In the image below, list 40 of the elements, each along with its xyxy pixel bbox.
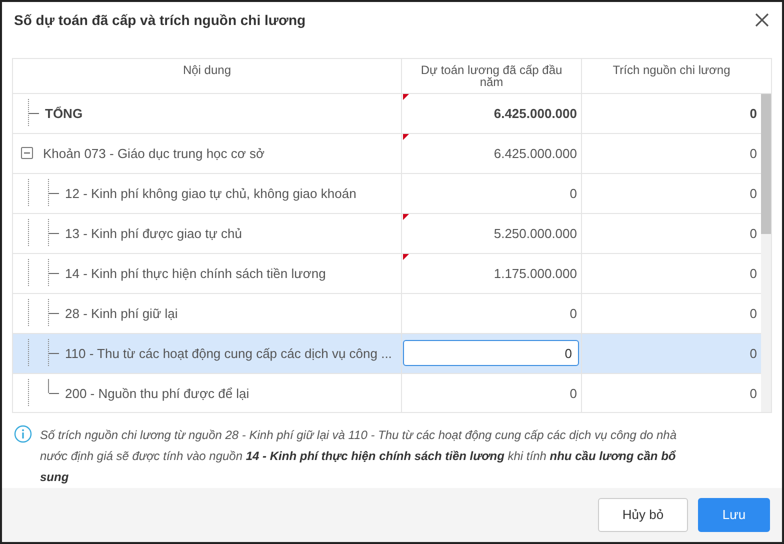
table-cell: TỔNG	[45, 106, 83, 121]
table-row[interactable]: TỔNG 6.425.000.000 0	[13, 94, 761, 134]
table-cell: 12 - Kinh phí không giao tự chủ, không giao khoán	[65, 186, 356, 201]
dialog-title: Số dự toán đã cấp và trích nguồn chi lương	[14, 12, 306, 28]
cancel-button[interactable]: Hủy bỏ	[598, 498, 688, 532]
table-cell: 200 - Nguồn thu phí được để lại	[65, 386, 250, 401]
table-cell: 0	[750, 226, 757, 241]
table-cell: 14 - Kinh phí thực hiện chính sách tiền lương	[65, 266, 326, 281]
table-row[interactable]: 14 - Kinh phí thực hiện chính sách tiền lương 1.175.000.000 0	[13, 254, 761, 294]
info-note: Số trích nguồn chi lương từ nguồn 28 - Kinh phí giữ lại và 110 - Thu từ các hoạt động cung cấp các dịch vụ công do nhà nước định giá sẽ được tính vào nguồn 14 - Kinh phí thực hiện chính sách tiền lương khi tính nhu cầu lương cần bổ sung	[40, 426, 678, 486]
info-icon	[14, 424, 32, 443]
column-header: Nội dung	[182, 62, 232, 79]
table-cell: 110 - Thu từ các hoạt động cung cấp các dịch vụ công ...	[65, 346, 392, 361]
collapse-icon[interactable]	[21, 147, 33, 160]
table-cell: 0	[750, 106, 757, 121]
table-cell: 0	[570, 306, 577, 321]
table-cell: 0	[750, 186, 757, 201]
table-cell: 0	[750, 386, 757, 401]
table-cell: 5.250.000.000	[494, 226, 577, 241]
table-row[interactable]: 12 - Kinh phí không giao tự chủ, không giao khoán 0 0	[13, 174, 761, 214]
table-cell: 0	[750, 266, 757, 281]
table-cell: 0	[750, 346, 757, 361]
table-cell: 0	[570, 386, 577, 401]
table-cell: 0	[570, 186, 577, 201]
close-icon[interactable]	[754, 12, 770, 28]
table-row[interactable]: 13 - Kinh phí được giao tự chủ 5.250.000.000 0	[13, 214, 761, 254]
column-header: Trích nguồn chi lương	[581, 58, 761, 93]
table-cell: 0	[750, 306, 757, 321]
table-cell: 6.425.000.000	[494, 146, 577, 161]
column-header: Dự toán lương đã cấp đầu năm	[401, 58, 581, 93]
scrollbar[interactable]	[761, 94, 771, 412]
table-cell: 6.425.000.000	[494, 106, 577, 121]
table-row[interactable]: 110 - Thu từ các hoạt động cung cấp các dịch vụ công ... 0 0	[13, 334, 761, 374]
table-cell: 0	[750, 146, 757, 161]
table-cell: 1.175.000.000	[494, 266, 577, 281]
table-cell: 13 - Kinh phí được giao tự chủ	[65, 226, 242, 241]
table-cell: 28 - Kinh phí giữ lại	[65, 306, 178, 321]
table-row[interactable]: Khoản 073 - Giáo dục trung học cơ sở 6.425.000.000 0	[13, 134, 761, 174]
table-cell: Khoản 073 - Giáo dục trung học cơ sở	[43, 146, 265, 161]
input-field[interactable]: 0	[403, 340, 579, 366]
